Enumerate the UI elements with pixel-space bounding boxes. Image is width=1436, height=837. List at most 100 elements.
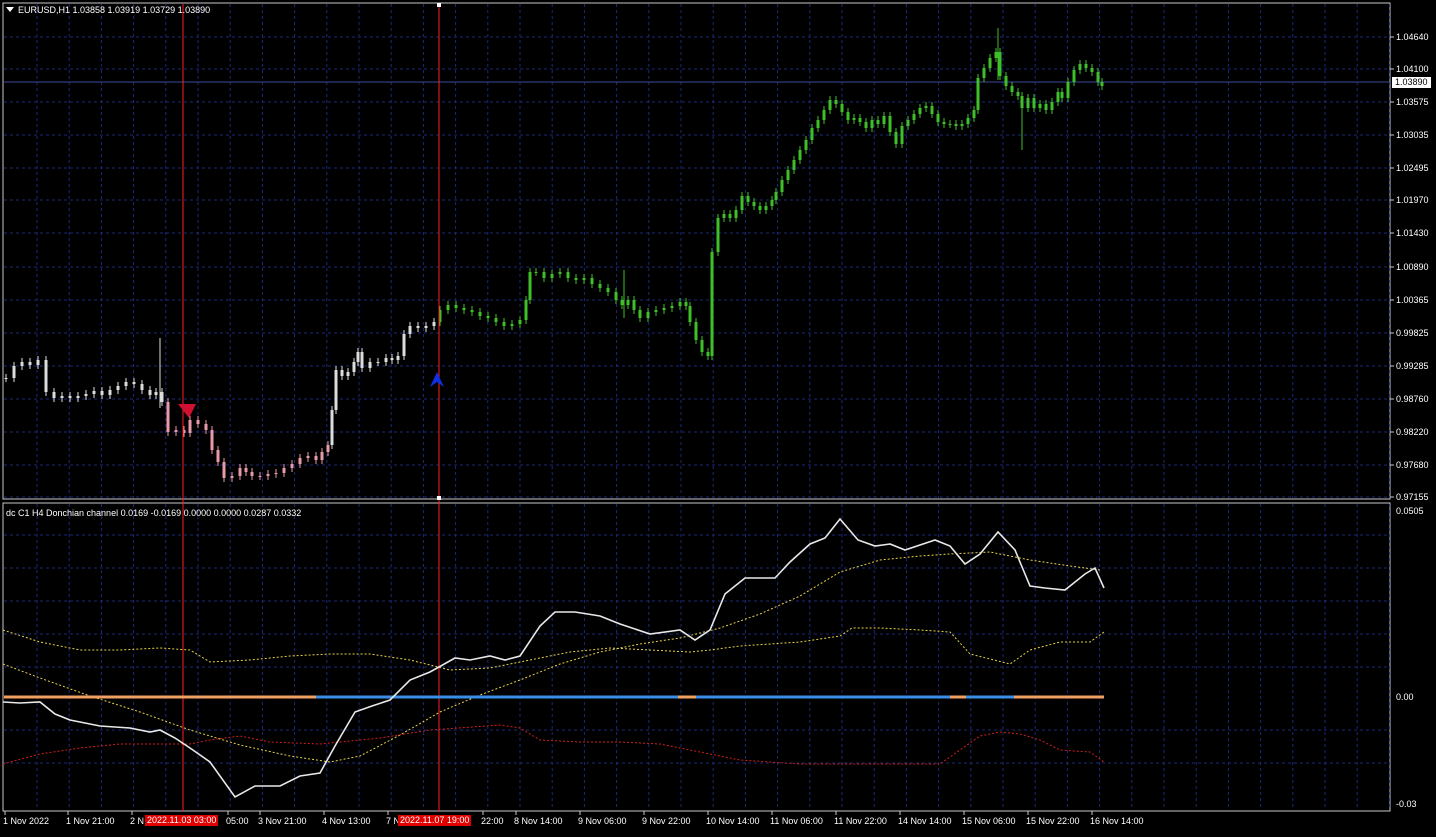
candle-body (314, 456, 318, 460)
candle-body (822, 110, 826, 120)
candle-body (1096, 72, 1100, 82)
candle-body (960, 124, 964, 126)
candle-body (326, 445, 330, 452)
time-label: 1 Nov 2022 (3, 816, 49, 826)
candle-body (360, 352, 364, 368)
indicator-header: dc C1 H4 Donchian channel 0.0169 -0.0169… (6, 508, 302, 518)
candle-body (124, 382, 128, 386)
buy-arrow-icon (430, 372, 444, 387)
time-label: 10 Nov 14:00 (706, 816, 760, 826)
indicator-level-label: -0.03 (1396, 799, 1417, 809)
candle-body (356, 352, 360, 362)
candle-body (274, 473, 278, 474)
candle-body (352, 362, 356, 372)
candle-body (1090, 68, 1094, 72)
candle-body (684, 302, 688, 306)
time-label: 05:00 (226, 816, 249, 826)
candle-body (340, 370, 344, 376)
current-price-tag: 1.03890 (1392, 77, 1431, 88)
candle-body (132, 382, 136, 384)
vline-handle-bottom (437, 496, 441, 500)
price-label: 1.01430 (1396, 228, 1429, 238)
candle-body (4, 378, 8, 379)
candle-body (140, 384, 144, 390)
candle-body (994, 52, 998, 58)
candle-body (166, 402, 170, 432)
candle-body (566, 272, 570, 278)
candle-body (68, 396, 72, 398)
price-label: 1.01970 (1396, 195, 1429, 205)
candle-body (670, 306, 674, 308)
candle-body (1032, 98, 1036, 108)
candle-body (528, 272, 532, 300)
candle-body (502, 322, 506, 326)
candle-body (638, 310, 642, 318)
price-label: 0.97680 (1396, 460, 1429, 470)
candle-body (446, 305, 450, 310)
candle-body (116, 386, 120, 390)
candle-body (780, 180, 784, 192)
candle-body (758, 206, 762, 210)
candle-body (238, 468, 242, 476)
indicator-level-label: 0.00 (1396, 692, 1414, 702)
candle-body (882, 116, 886, 124)
candle-body (620, 300, 624, 305)
candle-body (740, 196, 744, 210)
chart-window[interactable]: 1.04640 1.04100 1.03575 1.03035 1.02495 1.019… (0, 0, 1436, 832)
candle-body (852, 118, 856, 120)
candle-body (912, 114, 916, 120)
candle-body (752, 202, 756, 206)
candle-body (900, 126, 904, 144)
candle-body (432, 322, 436, 326)
candle-body (550, 274, 554, 278)
candle-body (792, 160, 796, 170)
candle-body (478, 312, 482, 316)
price-label: 0.98760 (1396, 394, 1429, 404)
candle-body (424, 326, 428, 328)
candle-body (746, 196, 750, 202)
candle-body (678, 302, 682, 306)
price-label: 0.98220 (1396, 427, 1429, 437)
time-label: 4 Nov 13:00 (322, 816, 371, 826)
candle-body (494, 318, 498, 322)
candle-body (840, 104, 844, 112)
candle-body (266, 474, 270, 476)
price-label: 1.03575 (1396, 97, 1429, 107)
candle-body (1020, 96, 1024, 108)
candle-body (972, 110, 976, 118)
candle-body (894, 132, 898, 144)
chart-canvas[interactable]: 1.04640 1.04100 1.03575 1.03035 1.02495 1.019… (0, 0, 1436, 832)
candle-body (282, 468, 286, 473)
chart-grid (4, 4, 1390, 810)
price-axis: 1.04640 1.04100 1.03575 1.03035 1.02495 1.019… (1390, 32, 1429, 502)
candle-body (688, 306, 692, 322)
candle-body (828, 100, 832, 110)
candle-body (918, 108, 922, 114)
candle-body (1072, 70, 1076, 82)
candle-body (216, 450, 220, 462)
candle-body (728, 214, 732, 218)
candle-body (306, 456, 310, 458)
candle-body (258, 476, 262, 477)
candle-body (244, 468, 248, 472)
candle-body (858, 118, 862, 122)
candle-body (942, 122, 946, 124)
candle-body (804, 140, 808, 150)
candle-body (598, 284, 602, 288)
time-label: 15 Nov 22:00 (1026, 816, 1080, 826)
candle-body (1010, 86, 1014, 92)
candle-body (1084, 64, 1088, 68)
candle-body (1056, 92, 1060, 102)
dropdown-triangle-icon[interactable] (6, 7, 14, 12)
candle-body (864, 122, 868, 128)
candle-body (84, 394, 88, 396)
candle-body (558, 272, 562, 274)
time-label: 11 Nov 06:00 (770, 816, 823, 826)
candle-body (108, 390, 112, 395)
candle-body (222, 462, 226, 478)
candle-body (700, 340, 704, 352)
price-label: 1.03035 (1396, 130, 1429, 140)
candle-body (230, 476, 234, 478)
candle-body (402, 334, 406, 356)
candle-body (716, 218, 720, 252)
